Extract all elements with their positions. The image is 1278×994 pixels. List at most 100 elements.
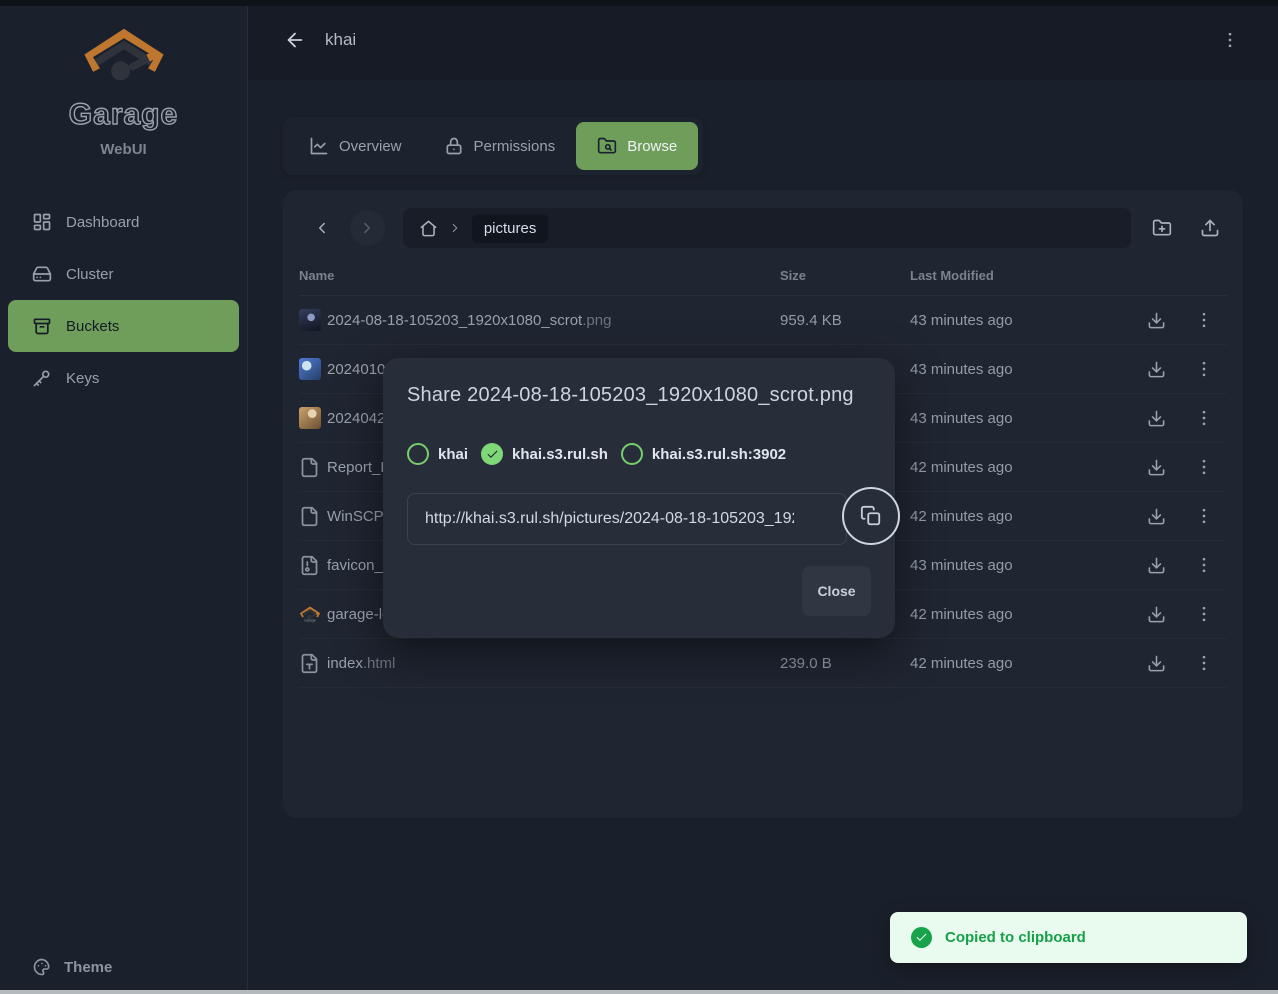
garage-webui-page: Garage WebUI Dashboard Cluster Buckets Keys… xyxy=(0,0,1278,994)
history-back-button[interactable] xyxy=(305,210,340,246)
breadcrumb: pictures xyxy=(403,208,1131,248)
history-forward-button[interactable] xyxy=(350,210,385,246)
share-host-label: khai xyxy=(438,446,468,463)
share-url-input[interactable] xyxy=(407,493,847,545)
table-row[interactable]: 2024-08-18-105203_1920x1080_scrot.png959… xyxy=(299,296,1227,345)
table-row[interactable]: index.html239.0 B42 minutes ago xyxy=(299,639,1227,688)
download-button[interactable] xyxy=(1139,597,1173,631)
download-button[interactable] xyxy=(1139,352,1173,386)
download-button[interactable] xyxy=(1139,646,1173,680)
download-button[interactable] xyxy=(1139,303,1173,337)
toast: Copied to clipboard xyxy=(890,912,1247,963)
file-modified: 42 minutes ago xyxy=(910,606,1139,623)
row-menu-button[interactable] xyxy=(1187,352,1221,386)
file-archive-icon xyxy=(299,555,320,576)
sidebar: Garage WebUI Dashboard Cluster Buckets Keys… xyxy=(0,0,248,994)
row-menu-button[interactable] xyxy=(1187,450,1221,484)
file-name: 2024-08-18-105203_1920x1080_scrot.png xyxy=(327,312,780,329)
close-button[interactable]: Close xyxy=(802,566,871,616)
folder-search-icon xyxy=(597,136,617,156)
svg-text:Garage: Garage xyxy=(304,619,316,623)
tab-overview[interactable]: Overview xyxy=(288,122,423,170)
file-icon xyxy=(299,506,320,527)
new-folder-button[interactable] xyxy=(1144,210,1179,246)
radio-checked-icon[interactable] xyxy=(481,443,503,465)
file-extension: .png xyxy=(582,312,611,329)
page-title: khai xyxy=(325,30,356,50)
sidebar-item-label: Keys xyxy=(66,370,99,387)
file-extension: .html xyxy=(363,655,396,672)
radio-icon[interactable] xyxy=(621,443,643,465)
breadcrumb-folder[interactable]: pictures xyxy=(472,214,549,243)
share-modal: Share 2024-08-18-105203_1920x1080_scrot.… xyxy=(383,358,895,638)
sidebar-item-label: Dashboard xyxy=(66,214,139,231)
column-name: Name xyxy=(299,268,780,283)
garage-logo-icon xyxy=(81,26,167,90)
share-host-label: khai.s3.rul.sh:3902 xyxy=(652,446,786,463)
logo-title: Garage xyxy=(0,98,247,132)
sidebar-item-keys[interactable]: Keys xyxy=(8,352,239,404)
theme-button[interactable]: Theme xyxy=(32,957,112,977)
cluster-icon xyxy=(32,264,52,284)
share-host-option[interactable]: khai xyxy=(407,443,468,465)
file-type-icon xyxy=(299,653,320,674)
toast-message: Copied to clipboard xyxy=(945,929,1086,946)
tab-label: Permissions xyxy=(474,138,556,155)
chevron-right-icon xyxy=(448,221,462,235)
download-button[interactable] xyxy=(1139,450,1173,484)
sidebar-item-label: Buckets xyxy=(66,318,119,335)
download-button[interactable] xyxy=(1139,401,1173,435)
row-menu-button[interactable] xyxy=(1187,303,1221,337)
modal-title: Share 2024-08-18-105203_1920x1080_scrot.… xyxy=(407,384,871,407)
file-icon xyxy=(299,457,320,478)
sidebar-item-label: Cluster xyxy=(66,266,114,283)
header-menu-button[interactable] xyxy=(1216,26,1244,54)
app-logo: Garage WebUI xyxy=(0,0,247,158)
browser-toolbar: pictures xyxy=(299,206,1227,250)
bucket-tabs: Overview Permissions Browse xyxy=(283,117,703,175)
file-name: index.html xyxy=(327,655,780,672)
garage-thumb: Garage xyxy=(299,605,321,623)
tab-label: Overview xyxy=(339,138,402,155)
row-menu-button[interactable] xyxy=(1187,597,1221,631)
download-button[interactable] xyxy=(1139,548,1173,582)
horizontal-scrollbar[interactable] xyxy=(0,990,1278,994)
row-menu-button[interactable] xyxy=(1187,401,1221,435)
radio-icon[interactable] xyxy=(407,443,429,465)
sidebar-item-buckets[interactable]: Buckets xyxy=(8,300,239,352)
share-host-options: khai khai.s3.rul.sh khai.s3.rul.sh:3902 xyxy=(407,443,871,465)
row-menu-button[interactable] xyxy=(1187,548,1221,582)
copy-button[interactable] xyxy=(842,487,900,545)
file-modified: 42 minutes ago xyxy=(910,508,1139,525)
tab-permissions[interactable]: Permissions xyxy=(423,122,577,170)
file-thumbnail xyxy=(299,358,321,380)
sidebar-item-dashboard[interactable]: Dashboard xyxy=(8,196,239,248)
file-modified: 43 minutes ago xyxy=(910,312,1139,329)
share-host-option[interactable]: khai.s3.rul.sh:3902 xyxy=(621,443,786,465)
keys-icon xyxy=(32,368,52,388)
share-url-row xyxy=(407,493,871,551)
top-edge-strip xyxy=(0,0,1278,6)
lock-icon xyxy=(444,136,464,156)
upload-button[interactable] xyxy=(1192,210,1227,246)
dashboard-icon xyxy=(32,212,52,232)
main-header: khai xyxy=(248,0,1278,80)
logo-subtitle: WebUI xyxy=(0,141,247,158)
home-icon[interactable] xyxy=(419,219,438,238)
sidebar-nav: Dashboard Cluster Buckets Keys xyxy=(0,196,247,404)
buckets-icon xyxy=(32,316,52,336)
file-thumbnail xyxy=(299,309,321,331)
share-host-option[interactable]: khai.s3.rul.sh xyxy=(481,443,608,465)
column-modified: Last Modified xyxy=(910,268,1139,283)
back-button[interactable] xyxy=(282,27,308,53)
file-modified: 43 minutes ago xyxy=(910,361,1139,378)
file-modified: 42 minutes ago xyxy=(910,655,1139,672)
download-button[interactable] xyxy=(1139,499,1173,533)
tab-browse[interactable]: Browse xyxy=(576,122,698,170)
share-host-label: khai.s3.rul.sh xyxy=(512,446,608,463)
file-modified: 43 minutes ago xyxy=(910,557,1139,574)
sidebar-item-cluster[interactable]: Cluster xyxy=(8,248,239,300)
file-thumbnail xyxy=(299,407,321,429)
row-menu-button[interactable] xyxy=(1187,646,1221,680)
row-menu-button[interactable] xyxy=(1187,499,1221,533)
